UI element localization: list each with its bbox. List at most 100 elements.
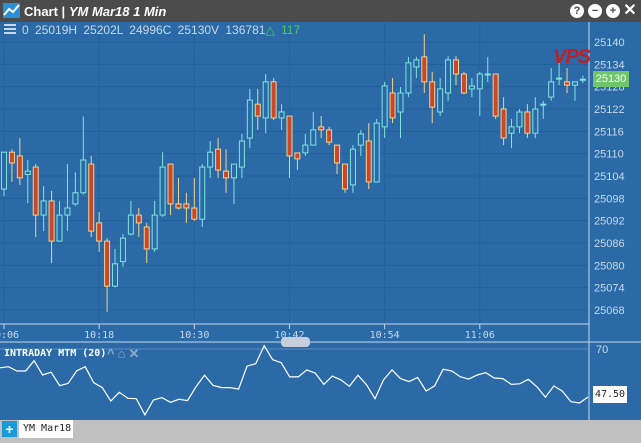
candle (56, 200, 63, 242)
candle (548, 68, 555, 101)
chevron-up-icon[interactable]: ^ (107, 346, 115, 361)
candle (48, 190, 55, 264)
candle (579, 75, 586, 83)
candle-body (579, 78, 586, 81)
candle (405, 56, 412, 98)
candle (246, 88, 253, 149)
candle-body (564, 81, 571, 86)
ohlc-values: 0 25019H 25202L 24996C 25130V 136781 (22, 23, 266, 37)
candle (294, 152, 301, 171)
price-chart[interactable]: 2514025134251282512225116251102510425098… (0, 0, 641, 443)
candle-body (262, 81, 269, 119)
candle (151, 200, 158, 252)
candle (373, 119, 380, 183)
time-tick-label: 11:06 (465, 330, 495, 341)
candle-body (127, 214, 134, 235)
candle (1, 151, 7, 197)
candle-body (1, 151, 7, 190)
candle (500, 97, 507, 146)
candle-body (405, 62, 412, 94)
candle-body (492, 73, 499, 117)
indicator-axis-label: 70 (596, 344, 608, 356)
candle (270, 78, 277, 121)
candle-body (365, 140, 372, 183)
price-tick-label: 25086 (594, 238, 625, 250)
candle (80, 116, 87, 195)
candle (318, 116, 325, 139)
price-tick-label: 25104 (594, 171, 625, 183)
candle-body (334, 144, 341, 164)
candle-body (183, 203, 190, 209)
candle (72, 172, 79, 206)
price-tick-label: 25092 (594, 216, 625, 228)
candle-body (230, 163, 237, 179)
candle (437, 78, 444, 117)
candle (215, 138, 222, 178)
candle (112, 248, 119, 288)
candle-body (223, 170, 230, 179)
candle (357, 129, 364, 156)
candle (365, 123, 372, 190)
panel-resize-handle[interactable] (281, 337, 310, 347)
candle-body (326, 129, 333, 143)
candle (445, 56, 452, 101)
candle (159, 152, 166, 217)
indicator-last-value: 47.50 (593, 386, 627, 403)
delta-value: 117 (281, 23, 301, 37)
candle-body (524, 111, 531, 134)
candle-body (143, 226, 150, 250)
candle (238, 133, 245, 178)
candle-body (540, 103, 547, 106)
time-tick-label: 10:30 (179, 330, 209, 341)
candle (508, 119, 515, 149)
candle (532, 97, 539, 139)
candle (341, 163, 348, 193)
candle-body (24, 170, 31, 176)
time-tick-label: 10:06 (0, 330, 19, 341)
candle-body (48, 200, 55, 242)
candle-body (453, 59, 460, 75)
candle (468, 78, 475, 98)
candle-body (96, 222, 103, 242)
candle-body (437, 88, 444, 113)
candle-body (373, 122, 380, 183)
candle (413, 56, 420, 79)
candle (381, 81, 388, 139)
time-tick-label: 10:54 (370, 330, 400, 341)
candle-body (119, 237, 126, 263)
candle (175, 177, 182, 210)
candle-body (413, 59, 420, 68)
candle-body (246, 99, 253, 139)
candle-body (429, 81, 436, 108)
candle-body (207, 151, 214, 168)
candle-body (341, 163, 348, 190)
candle-body (278, 111, 285, 119)
candle-body (151, 214, 158, 250)
candle (397, 87, 404, 139)
candle-body (381, 85, 388, 128)
candle (143, 222, 150, 264)
candle-body (32, 166, 39, 216)
time-tick-label: 10:18 (84, 330, 114, 341)
candle (460, 71, 467, 95)
price-tick-label: 25134 (594, 59, 625, 71)
menu-icon[interactable] (4, 24, 16, 36)
price-tick-label: 25098 (594, 193, 625, 205)
candle (334, 144, 341, 175)
candle-body (72, 192, 79, 205)
symbol-tab[interactable]: YM Mar18 (19, 420, 73, 438)
close-icon[interactable]: ✕ (128, 346, 139, 361)
indicator-title: INTRADAY MTM (20) (4, 348, 107, 359)
candle (88, 155, 95, 238)
add-symbol-button[interactable]: + (2, 421, 17, 437)
price-tick-label: 25110 (594, 149, 624, 161)
gear-icon[interactable]: ⌂ (118, 346, 126, 361)
candle-body (80, 159, 87, 194)
candle-body (199, 166, 206, 220)
candle-body (421, 56, 428, 83)
candle-body (357, 133, 364, 146)
candle (262, 74, 269, 134)
price-tick-label: 25080 (594, 260, 625, 272)
candle (453, 56, 460, 86)
candle-body (500, 108, 507, 139)
